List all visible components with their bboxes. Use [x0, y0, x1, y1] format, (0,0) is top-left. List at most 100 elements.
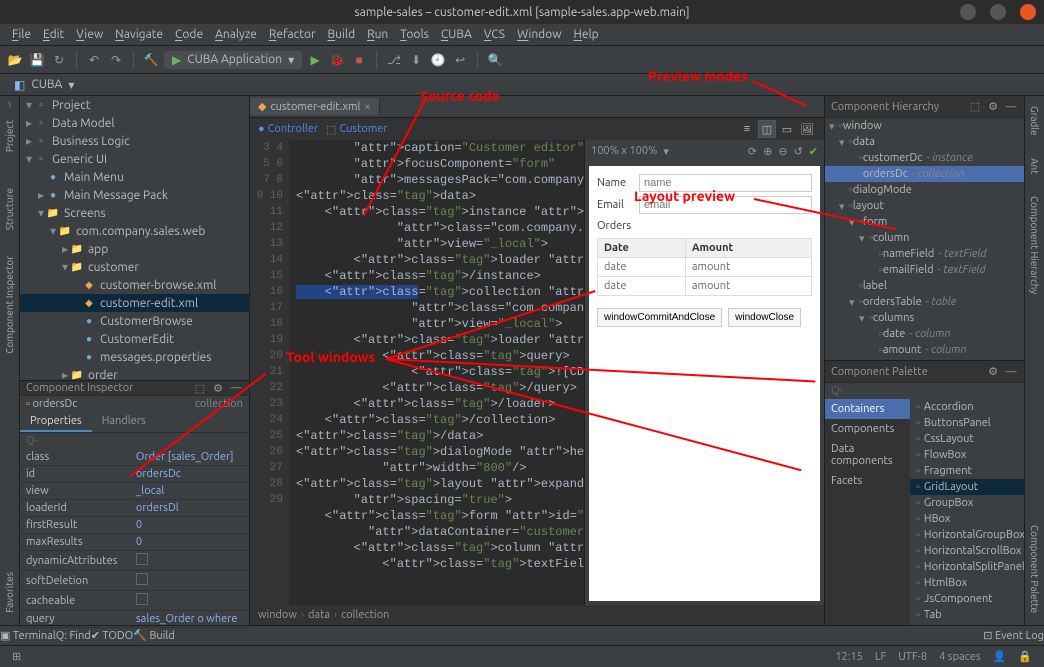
hector-icon[interactable]: 👤 [987, 650, 1013, 663]
toolwindow-tab-favorites[interactable]: Favorites [2, 566, 17, 619]
property-row[interactable]: firstResult0 [20, 517, 249, 534]
email-field[interactable] [639, 196, 812, 214]
menu-code[interactable]: Code [169, 28, 209, 41]
hierarchy-row[interactable]: ▾▫ ordersTable - table [825, 294, 1024, 310]
build-icon[interactable]: 🔨 [142, 51, 160, 69]
tree-row[interactable]: ▾customer [20, 258, 249, 276]
property-row[interactable]: softDeletion [20, 571, 249, 591]
commit-button[interactable]: windowCommitAndClose [597, 308, 722, 327]
inspector-search[interactable]: Q- [20, 433, 249, 449]
hierarchy-row[interactable]: ▫ customerDc - instance [825, 150, 1024, 166]
customer-link[interactable]: ⬚Customer [326, 123, 388, 136]
toolwindow-tab-todo[interactable]: ✔ TODO [91, 629, 134, 642]
name-field[interactable] [639, 174, 812, 192]
menu-analyze[interactable]: Analyze [209, 28, 263, 41]
hierarchy-row[interactable]: ▫ dialogMode [825, 182, 1024, 198]
menu-tools[interactable]: Tools [394, 28, 435, 41]
menu-view[interactable]: View [70, 28, 109, 41]
toolwindow-tab-inspector[interactable]: Component Inspector [2, 250, 17, 360]
palette-item[interactable]: GroupBox [910, 495, 1024, 511]
hierarchy-row[interactable]: ▾▫ data [825, 134, 1024, 150]
view-code-icon[interactable]: ≡ [738, 120, 756, 138]
refresh-preview-icon[interactable]: ⟳ [748, 145, 757, 158]
tree-row[interactable]: ▸order [20, 366, 249, 380]
property-row[interactable]: loaderIdordersDl [20, 500, 249, 517]
hierarchy-row[interactable]: ▫ label [825, 278, 1024, 294]
tree-row[interactable]: CustomerBrowse [20, 312, 249, 330]
minimize-button[interactable] [960, 4, 976, 20]
toolwindow-tab-project[interactable]: Project [2, 114, 17, 158]
preview-canvas[interactable]: Name Email Orders DateAmount dateamount … [589, 166, 820, 601]
vcs-icon[interactable]: ⎇ [385, 51, 403, 69]
tree-row[interactable]: ▾Generic UI [20, 150, 249, 168]
tree-row[interactable]: ▸app [20, 240, 249, 258]
gear-icon[interactable]: ⚙ [986, 365, 1000, 379]
view-image-icon[interactable]: 🖼 [798, 120, 816, 138]
menu-navigate[interactable]: Navigate [109, 28, 169, 41]
debug-button[interactable]: 🐞 [328, 51, 346, 69]
menu-edit[interactable]: Edit [37, 28, 70, 41]
cuba-dropdown[interactable]: ◧CUBA ▾ [6, 76, 82, 94]
property-row[interactable]: maxResults0 [20, 534, 249, 551]
hide-icon[interactable]: — [1004, 365, 1018, 379]
inspector-tab[interactable]: Handlers [92, 412, 156, 432]
palette-item[interactable]: Fragment [910, 463, 1024, 479]
encoding[interactable]: UTF-8 [892, 651, 933, 663]
menu-window[interactable]: Window [511, 28, 567, 41]
lock-icon[interactable]: 🔒 [1012, 650, 1038, 663]
menu-cuba[interactable]: CUBA [435, 28, 478, 41]
reset-zoom-icon[interactable]: ↺ [794, 145, 803, 158]
zoom-in-icon[interactable]: ⊕ [763, 145, 772, 158]
tree-row[interactable]: Main Menu [20, 168, 249, 186]
refresh-icon[interactable]: ↻ [50, 51, 68, 69]
hierarchy-row[interactable]: ▫ ordersDc - collection [825, 166, 1024, 182]
search-icon[interactable]: 🔍 [486, 51, 504, 69]
gear-icon[interactable]: ⚙ [986, 100, 1000, 114]
palette-category[interactable]: Containers [825, 399, 910, 419]
menu-build[interactable]: Build [322, 28, 362, 41]
palette-item[interactable]: HtmlBox [910, 575, 1024, 591]
palette-item[interactable]: HBox [910, 511, 1024, 527]
palette-item[interactable]: ButtonsPanel [910, 415, 1024, 431]
tree-row[interactable]: ▾Screens [20, 204, 249, 222]
tool-windows-icon[interactable]: ⊞ [6, 650, 27, 663]
menu-vcs[interactable]: VCS [478, 28, 511, 41]
hierarchy-row[interactable]: ▾▫ layout [825, 198, 1024, 214]
toolwindow-tab-structure[interactable]: Structure [2, 182, 17, 236]
component-hierarchy-tree[interactable]: ▾▫ window▾▫ data▫ customerDc - instance▫… [825, 118, 1024, 360]
property-row[interactable]: classOrder [sales_Order] [20, 449, 249, 466]
project-tree[interactable]: ▾Project▸Data Model▸Business Logic▾Gener… [20, 96, 249, 380]
view-split-icon[interactable]: ◫ [758, 120, 776, 138]
apply-icon[interactable]: ✔ [809, 145, 818, 158]
palette-item[interactable]: GridLayout [910, 479, 1024, 495]
run-config-dropdown[interactable]: ▶ CUBA Application ▾ [164, 51, 302, 69]
property-row[interactable]: cacheable [20, 591, 249, 611]
toolwindow-tab-build[interactable]: 🔨 Build [133, 629, 174, 642]
palette-search[interactable]: Q- [825, 383, 1024, 399]
palette-item[interactable]: HorizontalSplitPanel [910, 559, 1024, 575]
tree-row[interactable]: customer-browse.xml [20, 276, 249, 294]
inspector-tab[interactable]: Properties [20, 412, 92, 432]
run-button[interactable]: ▶ [306, 51, 324, 69]
close-button[interactable] [1020, 4, 1036, 20]
tree-row[interactable]: ▸Main Message Pack [20, 186, 249, 204]
palette-category[interactable]: Data components [825, 439, 910, 471]
tree-row[interactable]: customer-edit.xml [20, 294, 249, 312]
revert-icon[interactable]: ↩ [451, 51, 469, 69]
event-log-button[interactable]: ⊡ Event Log [983, 629, 1044, 642]
select-component-icon[interactable]: ⬚ [193, 381, 207, 395]
hierarchy-row[interactable]: ▫ date - column [825, 326, 1024, 342]
hierarchy-row[interactable]: ▾▫ columns [825, 310, 1024, 326]
update-icon[interactable]: ⬇ [407, 51, 425, 69]
maximize-button[interactable] [990, 4, 1006, 20]
tree-row[interactable]: ▾Project [20, 96, 249, 114]
toolwindow-tab-hierarchy[interactable]: Component Hierarchy [1027, 190, 1042, 300]
property-row[interactable]: view_local [20, 483, 249, 500]
palette-item[interactable]: CssLayout [910, 431, 1024, 447]
hierarchy-row[interactable]: ▫ amount - column [825, 342, 1024, 358]
line-separator[interactable]: LF [869, 651, 892, 663]
toolwindow-tab-ant[interactable]: Ant [1027, 152, 1042, 180]
tree-row[interactable]: messages.properties [20, 348, 249, 366]
tree-row[interactable]: ▸Business Logic [20, 132, 249, 150]
palette-item[interactable]: Tab [910, 607, 1024, 623]
